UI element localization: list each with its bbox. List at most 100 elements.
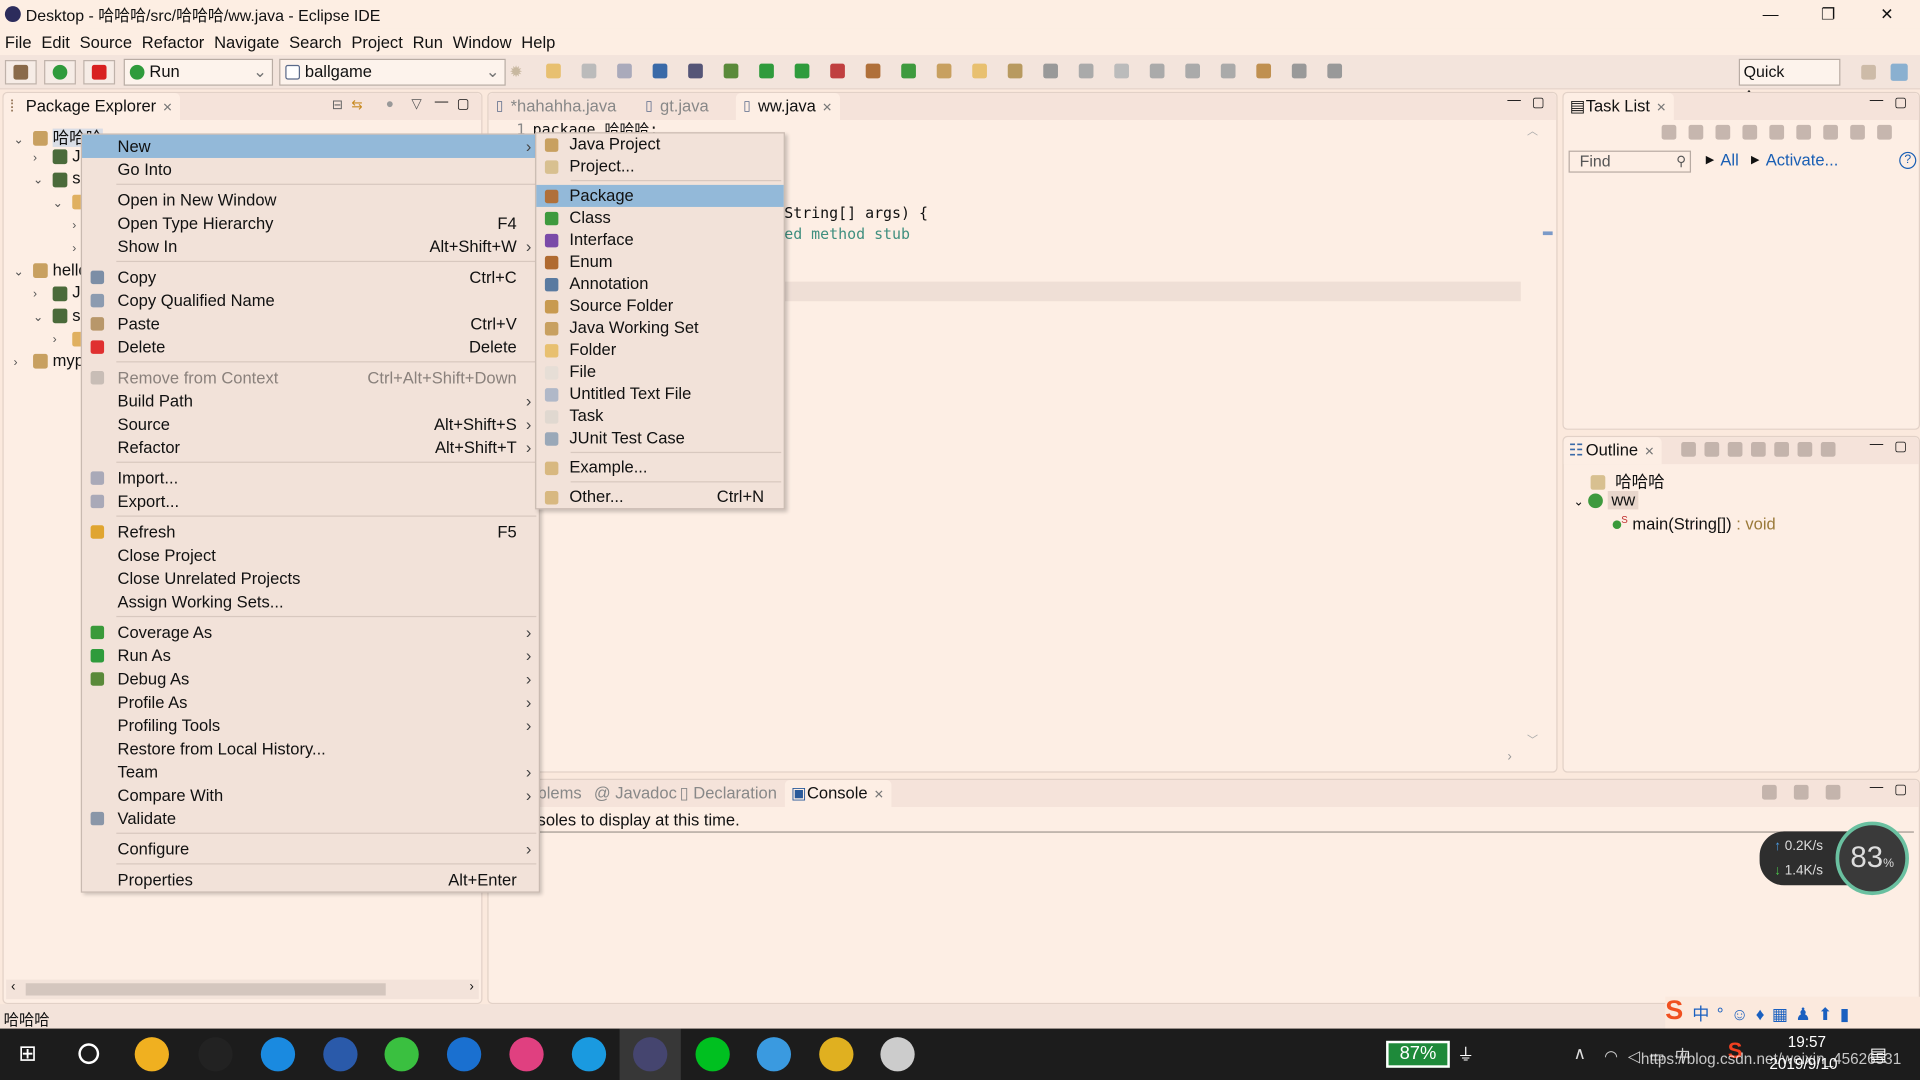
menu-item-copy-qualified-name[interactable]: Copy Qualified Name xyxy=(82,289,539,312)
chevron-down-icon[interactable]: ⌄ xyxy=(13,265,28,278)
activate-link[interactable]: Activate... xyxy=(1766,151,1839,169)
open-folder-icon[interactable] xyxy=(972,63,987,79)
pin-icon[interactable] xyxy=(1185,63,1201,79)
menu-item-go-into[interactable]: Go Into xyxy=(82,158,539,181)
horizontal-scrollbar[interactable]: ‹ › xyxy=(6,979,479,1000)
menu-item-export[interactable]: Export... xyxy=(82,490,539,513)
close-icon[interactable]: ✕ xyxy=(874,789,884,802)
tree-item[interactable]: ⌄ hello xyxy=(13,260,87,278)
search-icon[interactable] xyxy=(78,1043,100,1065)
hide-local-icon[interactable] xyxy=(1820,442,1836,457)
menu-item-import[interactable]: Import... xyxy=(82,467,539,490)
chevron-down-icon[interactable]: ⌄ xyxy=(13,133,28,146)
photos-taskbar-icon[interactable] xyxy=(509,1037,544,1072)
new-class-icon[interactable] xyxy=(901,63,916,79)
profile-app-taskbar-icon[interactable] xyxy=(880,1037,915,1072)
open-console-icon[interactable] xyxy=(1825,784,1841,800)
menu-refactor[interactable]: Refactor xyxy=(137,32,209,50)
windows-start-icon[interactable]: ⊞ xyxy=(18,1041,36,1067)
menu-file[interactable]: File xyxy=(0,32,36,50)
close-button[interactable]: ✕ xyxy=(1859,0,1915,28)
pin-console-icon[interactable] xyxy=(1762,784,1777,800)
view-menu-icon[interactable] xyxy=(1877,124,1892,140)
menu-item-other[interactable]: Other... Ctrl+N xyxy=(536,486,783,508)
help-icon[interactable]: ? xyxy=(1899,151,1917,169)
menu-item-close-project[interactable]: Close Project xyxy=(82,544,539,567)
menu-item-java-project[interactable]: Java Project xyxy=(536,133,783,155)
menu-item-file[interactable]: File xyxy=(536,361,783,383)
menu-item-interface[interactable]: Interface xyxy=(536,229,783,251)
scroll-up-icon[interactable]: ︿ xyxy=(1527,122,1538,138)
forward-icon[interactable] xyxy=(1291,63,1307,79)
editor-tab-hahahha-java[interactable]: ▯ *hahahha.java xyxy=(489,93,624,120)
menu-item-refresh[interactable]: Refresh F5 xyxy=(82,520,539,543)
chevron-right-icon[interactable]: › xyxy=(13,356,28,369)
chrome-taskbar-icon[interactable] xyxy=(819,1037,854,1072)
tree-item[interactable]: › myp xyxy=(13,351,83,369)
vertical-scrollbar[interactable]: ︿ ﹀ xyxy=(1524,122,1541,746)
sort-icon[interactable] xyxy=(1727,442,1743,457)
menu-item-profiling-tools[interactable]: Profiling Tools › xyxy=(82,714,539,737)
menu-item-junit-test-case[interactable]: JUnit Test Case xyxy=(536,427,783,449)
minimize-icon[interactable]: — xyxy=(1870,780,1883,795)
maximize-icon[interactable]: ▢ xyxy=(1894,438,1907,455)
collapse-all-icon[interactable] xyxy=(1823,124,1838,140)
menu-item-team[interactable]: Team › xyxy=(82,760,539,783)
tray-expand-icon[interactable]: ∧ xyxy=(1573,1043,1586,1064)
close-icon[interactable]: ✕ xyxy=(1644,446,1654,459)
maximize-icon[interactable]: ▢ xyxy=(1894,94,1907,111)
scheduled-icon[interactable] xyxy=(1715,124,1731,140)
menu-window[interactable]: Window xyxy=(448,32,517,50)
tab-problems[interactable]: blems xyxy=(538,784,582,802)
new-package-icon[interactable] xyxy=(865,63,881,79)
outline-item-package[interactable]: 哈哈哈 xyxy=(1590,468,1665,492)
tree-item[interactable]: ⌄ sr xyxy=(33,169,86,187)
outline-item-method[interactable]: S main(String[]) : void xyxy=(1612,514,1776,533)
menu-item-project[interactable]: Project... xyxy=(536,156,783,178)
history-icon[interactable] xyxy=(1327,63,1343,79)
menu-item-enum[interactable]: Enum xyxy=(536,251,783,273)
menu-search[interactable]: Search xyxy=(284,32,346,50)
launch-target-select[interactable]: ballgame ⌄ xyxy=(279,58,506,86)
display-console-icon[interactable] xyxy=(1793,784,1809,800)
memory-gauge[interactable]: 83% xyxy=(1835,821,1909,896)
menu-item-coverage-as[interactable]: Coverage As › xyxy=(82,621,539,644)
menu-navigate[interactable]: Navigate xyxy=(209,32,284,50)
maximize-icon[interactable]: ▢ xyxy=(1532,94,1545,111)
menu-item-delete[interactable]: Delete Delete xyxy=(82,336,539,359)
menu-item-package[interactable]: Package xyxy=(536,184,784,207)
tab-package-explorer[interactable]: ⁞ Package Explorer ✕ xyxy=(3,93,180,121)
menu-help[interactable]: Help xyxy=(516,32,560,50)
run-config-select[interactable]: Run ⌄ xyxy=(123,58,274,86)
close-icon[interactable]: ✕ xyxy=(822,102,832,115)
hide-fields-icon[interactable] xyxy=(1751,442,1766,457)
new-task-icon[interactable] xyxy=(1661,124,1677,140)
menu-edit[interactable]: Edit xyxy=(36,32,74,50)
menu-item-compare-with[interactable]: Compare With › xyxy=(82,784,539,807)
hide-nonpublic-icon[interactable] xyxy=(1797,442,1813,457)
maximize-icon[interactable]: ▢ xyxy=(457,96,470,112)
internet-explorer-taskbar-icon[interactable] xyxy=(571,1037,607,1072)
save-icon[interactable] xyxy=(581,63,597,79)
iqiyi-taskbar-icon[interactable] xyxy=(695,1037,730,1072)
collapse-all-icon[interactable] xyxy=(1704,442,1720,457)
menu-item-run-as[interactable]: Run As › xyxy=(82,644,539,667)
menu-item-java-working-set[interactable]: Java Working Set xyxy=(536,317,783,339)
menu-item-remove-from-context[interactable]: Remove from Context Ctrl+Alt+Shift+Down xyxy=(82,366,539,389)
media-player-taskbar-icon[interactable] xyxy=(134,1037,169,1072)
collapse-all-icon[interactable]: ⊟ xyxy=(332,97,343,113)
editor-tab-ww-java[interactable]: ▯ ww.java ✕ xyxy=(735,93,840,121)
open-type-icon[interactable] xyxy=(936,63,952,79)
scroll-right-icon[interactable]: › xyxy=(469,980,473,995)
menu-run[interactable]: Run xyxy=(408,32,448,50)
menu-item-new[interactable]: New › xyxy=(82,134,539,158)
menu-item-build-path[interactable]: Build Path › xyxy=(82,389,539,412)
qq-taskbar-icon[interactable] xyxy=(198,1037,233,1072)
menu-item-source[interactable]: Source Alt+Shift+S › xyxy=(82,413,539,436)
menu-item-paste[interactable]: Paste Ctrl+V xyxy=(82,312,539,335)
overview-ruler-mark[interactable] xyxy=(1542,231,1553,236)
search-icon[interactable] xyxy=(1007,63,1023,79)
ime-icons[interactable]: 中°☺♦▦♟⬆▮ xyxy=(1692,1002,1856,1026)
filter-person-icon[interactable] xyxy=(1796,124,1812,140)
menu-item-assign-working-sets[interactable]: Assign Working Sets... xyxy=(82,590,539,613)
